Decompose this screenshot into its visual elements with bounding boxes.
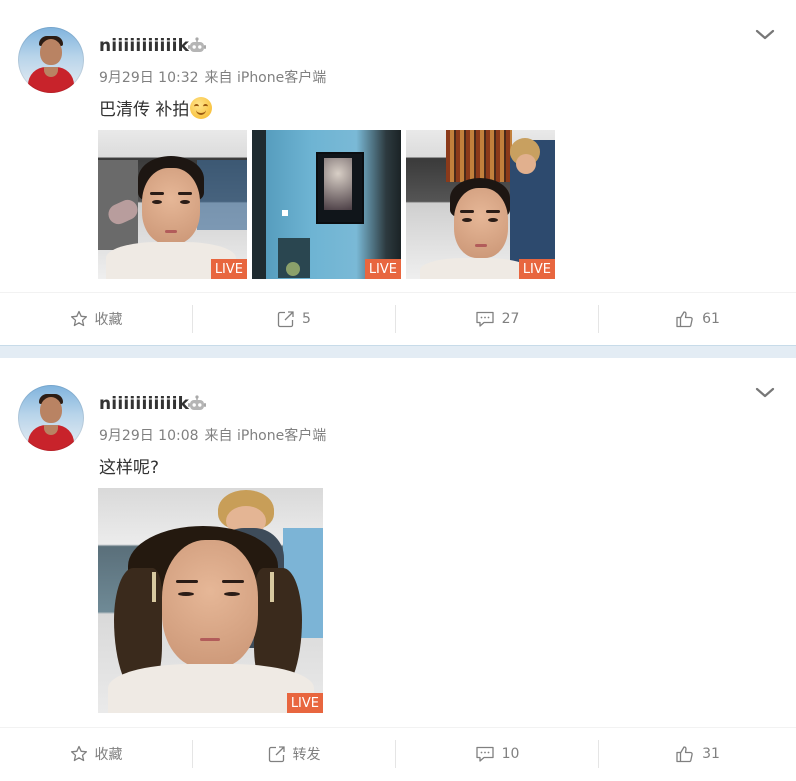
comment-button[interactable]: 10 [396,728,598,780]
chevron-down-icon[interactable] [754,384,776,400]
comment-button[interactable]: 27 [396,293,598,345]
post-time[interactable]: 9月29日 10:08 [99,428,199,444]
avatar[interactable] [18,385,84,451]
post-meta: 9月29日 10:08 来自 iPhone客户端 [99,425,332,445]
username[interactable]: niiiiiiiiiiik [99,394,189,414]
post-photo[interactable]: LIVE [406,130,555,279]
favorite-button[interactable]: 收藏 [0,728,192,780]
post-text: 这样呢? [99,458,160,478]
post-source: 来自 iPhone客户端 [204,428,327,444]
like-button[interactable]: 31 [599,728,796,780]
live-badge: LIVE [364,259,401,279]
post-text-content: 巴清传 补拍 [99,100,190,120]
like-button[interactable]: 61 [599,293,796,345]
action-bar: 收藏 转发 10 31 [0,727,796,780]
robot-badge-icon [188,37,206,52]
chevron-down-icon[interactable] [754,26,776,42]
live-badge: LIVE [286,693,323,713]
username[interactable]: niiiiiiiiiiik [99,36,189,56]
feed-post: niiiiiiiiiiik 9月29日 10:08 来自 iPhone客户端 这样… [0,358,796,781]
smile-emoji-icon [190,97,213,119]
avatar[interactable] [18,27,84,93]
like-count: 61 [702,311,720,327]
feed-post: niiiiiiiiiiik 9月29日 10:32 来自 iPhone客户端 巴清… [0,0,796,345]
repost-label: 转发 [292,747,321,763]
comment-bubble-icon [475,311,494,327]
repost-count: 5 [302,311,311,327]
robot-badge-icon [188,395,206,410]
favorite-label: 收藏 [94,747,123,763]
post-text: 巴清传 补拍 [99,95,213,120]
like-count: 31 [702,746,720,762]
comment-count: 10 [501,746,520,762]
star-icon [70,745,87,762]
comment-bubble-icon [475,746,494,762]
share-arrow-icon [268,746,285,763]
action-bar: 收藏 5 27 61 [0,292,796,345]
thumbs-up-icon [676,311,693,328]
repost-button[interactable]: 转发 [193,728,395,780]
post-photo[interactable]: LIVE [98,488,323,713]
share-arrow-icon [277,311,294,328]
post-time[interactable]: 9月29日 10:32 [99,70,199,86]
repost-button[interactable]: 5 [193,293,395,345]
star-icon [70,310,87,327]
post-source: 来自 iPhone客户端 [204,70,327,86]
favorite-label: 收藏 [94,312,123,328]
thumbs-up-icon [676,746,693,763]
post-photo[interactable]: LIVE [98,130,247,279]
comment-count: 27 [501,311,520,327]
post-photo[interactable]: LIVE [252,130,401,279]
post-separator [0,345,796,358]
live-badge: LIVE [210,259,247,279]
live-badge: LIVE [518,259,555,279]
favorite-button[interactable]: 收藏 [0,293,192,345]
post-meta: 9月29日 10:32 来自 iPhone客户端 [99,67,332,87]
